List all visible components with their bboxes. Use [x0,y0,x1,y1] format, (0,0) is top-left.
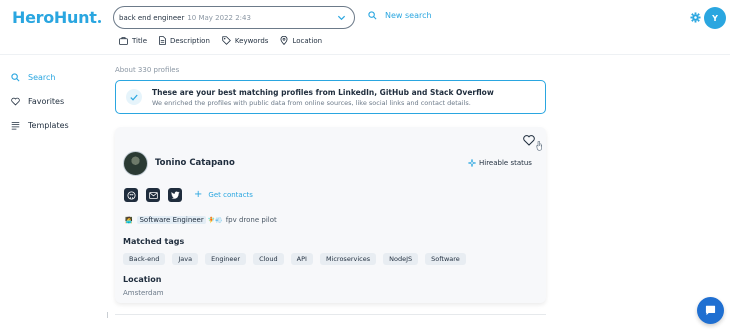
headline-emoji-left: 🧑‍💻 [125,216,133,224]
headline-extra: fpv drone pilot [225,216,277,224]
logo-text: HeroHunt [12,8,97,27]
document-icon [159,36,166,45]
folder-icon [119,36,128,45]
tag-chip: Microservices [319,253,377,265]
hand-cursor-icon [536,141,542,151]
location-title: Location [123,275,162,284]
chat-icon [705,305,716,316]
map-pin-icon [280,36,288,45]
plus-icon: + [194,189,203,200]
search-date: 10 May 2022 2:43 [187,13,251,22]
sidebar-item-templates[interactable]: Templates [11,121,69,130]
list-icon [11,121,20,130]
search-icon [11,73,20,82]
sidebar-item-search[interactable]: Search [11,73,55,82]
heart-icon [11,97,20,106]
tag-chip: Engineer [205,253,247,265]
location-value: Amsterdam [123,289,164,297]
info-banner: These are your best matching profiles fr… [115,80,546,114]
search-filter-bar: Title Description Keywords Location [119,36,334,45]
tag-icon [222,36,231,45]
logo-dot [97,20,101,23]
github-icon[interactable] [124,188,138,202]
filter-keywords[interactable]: Keywords [222,36,269,45]
profile-name[interactable]: Tonino Catapano [155,158,235,168]
hireable-status-button[interactable]: Hireable status [468,159,532,167]
tag-chip: Java [172,253,199,265]
sidebar-item-label: Favorites [28,97,65,106]
favorite-heart-icon[interactable] [523,135,535,146]
headline-role: Software Engineer [137,216,206,224]
filter-description[interactable]: Description [159,36,210,45]
tag-chip: Software [425,253,466,265]
tag-chip: NodeJS [383,253,419,265]
headline-emoji-right: 🧚💨 [207,216,223,224]
filter-keywords-label: Keywords [234,36,269,45]
filter-title-label: Title [132,36,148,45]
filter-description-label: Description [170,36,210,45]
gear-icon[interactable] [690,12,701,23]
search-history-select[interactable]: back end engineer 10 May 2022 2:43 [113,6,355,29]
user-avatar-button[interactable]: Y [704,7,726,29]
sidebar-item-favorites[interactable]: Favorites [11,97,64,106]
filter-title[interactable]: Title [119,37,147,45]
banner-title: These are your best matching profiles fr… [152,87,494,97]
hireable-status-label: Hireable status [479,159,532,167]
get-contacts-button[interactable]: + Get contacts [194,190,253,200]
profile-card[interactable]: Tonino Catapano Hireable status + Get co… [115,127,546,303]
check-icon [126,89,142,105]
chat-button[interactable] [697,297,724,324]
search-query: back end engineer [119,13,185,22]
herohunt-logo[interactable]: HeroHunt [12,8,101,27]
results-count: About 330 profiles [115,66,180,74]
tag-chip: Cloud [253,253,284,265]
search-icon [368,11,377,20]
sparkle-icon [468,159,476,167]
chevron-down-icon[interactable] [337,13,346,22]
email-icon[interactable] [146,188,160,202]
tag-chip: Back-end [123,253,166,265]
filter-location-label: Location [292,36,323,45]
banner-subtitle: We enriched the profiles with public dat… [152,98,471,107]
social-links: + Get contacts [124,188,253,202]
get-contacts-label: Get contacts [208,191,253,199]
profile-headline: 🧑‍💻 Software Engineer 🧚💨 fpv drone pilot [123,216,277,224]
filter-location[interactable]: Location [280,36,322,45]
sidebar-item-label: Search [28,73,56,82]
divider-tick [107,312,108,318]
header-divider [0,54,730,55]
matched-tags-list: Back-end Java Engineer Cloud API Microse… [123,253,473,265]
profile-avatar [123,151,148,176]
new-search-button[interactable]: New search [368,11,432,20]
twitter-icon[interactable] [168,188,182,202]
sidebar-item-label: Templates [28,121,69,130]
matched-tags-title: Matched tags [123,237,185,246]
card-divider [115,314,546,315]
tag-chip: API [290,253,313,265]
new-search-label: New search [385,11,432,20]
